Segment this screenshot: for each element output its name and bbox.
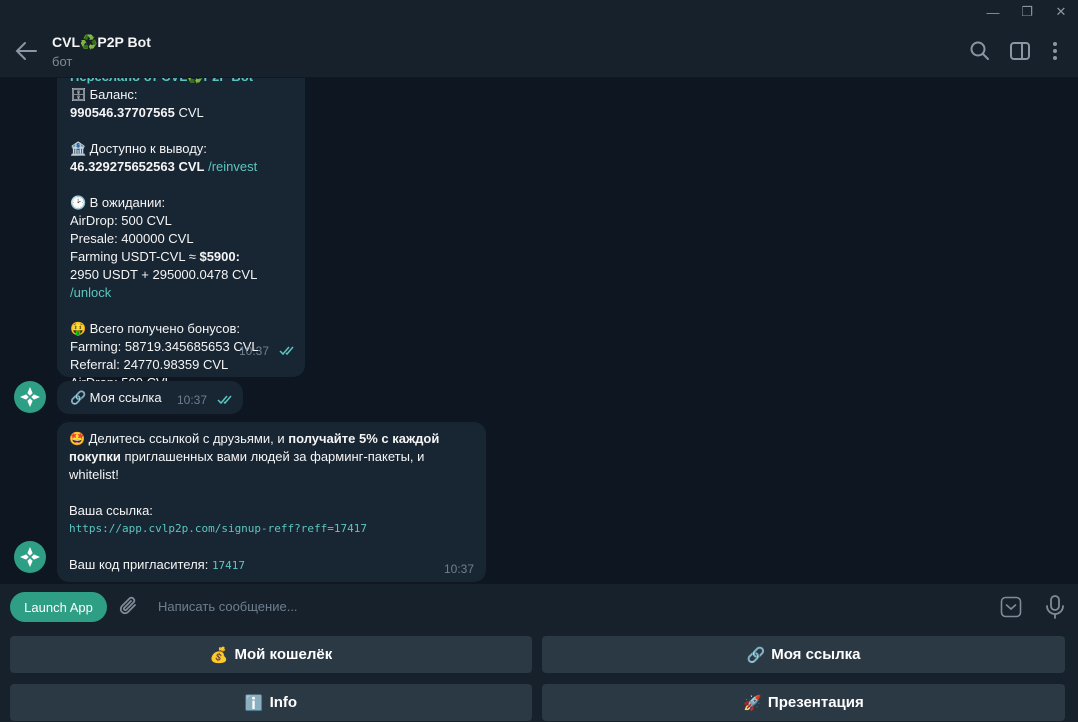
sidebar-toggle-icon[interactable] xyxy=(1008,39,1032,63)
referral-line2-bold: покупки xyxy=(69,449,121,464)
microphone-icon[interactable] xyxy=(1045,595,1065,619)
reinvest-command[interactable]: /reinvest xyxy=(208,159,257,174)
message-time: 10:37 xyxy=(177,393,208,407)
bot-keyboard-icon[interactable] xyxy=(1000,596,1022,618)
message-time: 10:37 xyxy=(444,562,475,576)
available-label: Доступно к выводу: xyxy=(89,141,207,156)
clock-icon: 🕑 xyxy=(70,195,87,210)
bank-icon: 🏦 xyxy=(70,141,87,156)
referral-link[interactable]: https://app.cvlp2p.com/signup-reff?reff=… xyxy=(69,520,474,538)
link-icon: 🔗 xyxy=(746,646,766,664)
window-titlebar: — ❐ ✕ xyxy=(0,0,1078,24)
close-button[interactable]: ✕ xyxy=(1044,0,1078,24)
message-list[interactable]: Переслано от CVL♻️P2P Bot 🗄 Баланс: 9905… xyxy=(0,78,1078,584)
restore-button[interactable]: ❐ xyxy=(1010,0,1044,24)
read-ticks-icon xyxy=(279,346,294,356)
referral-line1: Делитесь ссылкой с друзьями, и xyxy=(88,431,289,446)
minimize-button[interactable]: — xyxy=(976,0,1010,24)
unlock-command[interactable]: /unlock xyxy=(70,285,111,300)
pending-label: В ожидании: xyxy=(89,195,166,210)
referral-line3: whitelist! xyxy=(69,467,119,482)
presentation-button-label: Презентация xyxy=(767,694,864,711)
info-button[interactable]: ℹ️ Info xyxy=(10,684,532,721)
bot-avatar[interactable] xyxy=(14,541,46,573)
referral-code[interactable]: 17417 xyxy=(212,559,245,572)
farming-usd: $5900: xyxy=(199,249,240,264)
presentation-button[interactable]: 🚀 Презентация xyxy=(542,684,1065,721)
link-label: Ваша ссылка: xyxy=(69,503,153,518)
code-label: Ваш код пригласителя: xyxy=(69,557,212,572)
reply-keyboard: 💰 Мой кошелёк 🔗 Моя ссылка ℹ️ Info 🚀 Презент… xyxy=(0,630,1078,722)
read-ticks-icon xyxy=(217,395,232,405)
chat-title[interactable]: CVL♻️P2P Bot xyxy=(52,34,151,51)
attach-icon[interactable] xyxy=(118,596,140,618)
link-icon: 🔗 xyxy=(70,390,87,405)
chat-subtitle: бот xyxy=(52,54,73,69)
money-bag-icon: 💰 xyxy=(209,646,229,664)
rocket-icon: 🚀 xyxy=(743,694,762,712)
referral-message[interactable]: 🤩 Делитесь ссылкой с друзьями, и получай… xyxy=(57,422,486,582)
back-arrow-icon[interactable] xyxy=(14,40,38,62)
mylink-button-label: Моя ссылка xyxy=(771,646,861,663)
launch-app-button[interactable]: Launch App xyxy=(10,592,107,622)
bot-logo-icon xyxy=(20,387,40,407)
wallet-message[interactable]: Переслано от CVL♻️P2P Bot 🗄 Баланс: 9905… xyxy=(57,78,305,390)
bonus-label: Всего получено бонусов: xyxy=(89,321,241,336)
composer-bar: Launch App Написать сообщение... xyxy=(0,584,1078,630)
info-button-label: Info xyxy=(269,694,298,711)
balance-value: 990546.37707565 xyxy=(70,105,175,120)
info-icon: ℹ️ xyxy=(244,694,264,712)
referral-line1-bold: получайте 5% с каждой xyxy=(288,431,440,446)
mylink-button[interactable]: 🔗 Моя ссылка xyxy=(542,636,1065,673)
chest-icon: 🗄 xyxy=(70,87,87,102)
pending-airdrop: AirDrop: 500 CVL xyxy=(70,213,172,228)
balance-label: Баланс: xyxy=(89,87,138,102)
search-icon[interactable] xyxy=(968,39,992,63)
available-value: 46.329275652563 CVL xyxy=(70,159,205,174)
farming-detail: 2950 USDT + 295000.0478 CVL xyxy=(70,267,257,282)
referral-line2: приглашенных вами людей за фарминг-пакет… xyxy=(120,449,425,464)
wallet-button[interactable]: 💰 Мой кошелёк xyxy=(10,636,532,673)
star-struck-icon: 🤩 xyxy=(69,431,86,446)
chat-header: CVL♻️P2P Bot бот xyxy=(0,24,1078,78)
balance-unit: CVL xyxy=(174,105,204,120)
mylink-command-message[interactable]: 🔗 Моя ссылка 10:37 xyxy=(57,381,243,414)
bot-logo-icon xyxy=(20,547,40,567)
farming-prefix: Farming USDT-CVL ≈ xyxy=(70,249,200,264)
wallet-button-label: Мой кошелёк xyxy=(234,646,333,663)
pending-presale: Presale: 400000 CVL xyxy=(70,231,194,246)
forward-header: Переслано от CVL♻️P2P Bot xyxy=(70,78,292,86)
money-face-icon: 🤑 xyxy=(70,321,87,336)
mylink-text: Моя ссылка xyxy=(89,390,162,405)
message-time: 10:37 xyxy=(239,344,270,358)
more-menu-icon[interactable] xyxy=(1043,39,1067,63)
message-input[interactable]: Написать сообщение... xyxy=(158,599,298,614)
bot-avatar[interactable] xyxy=(14,381,46,413)
